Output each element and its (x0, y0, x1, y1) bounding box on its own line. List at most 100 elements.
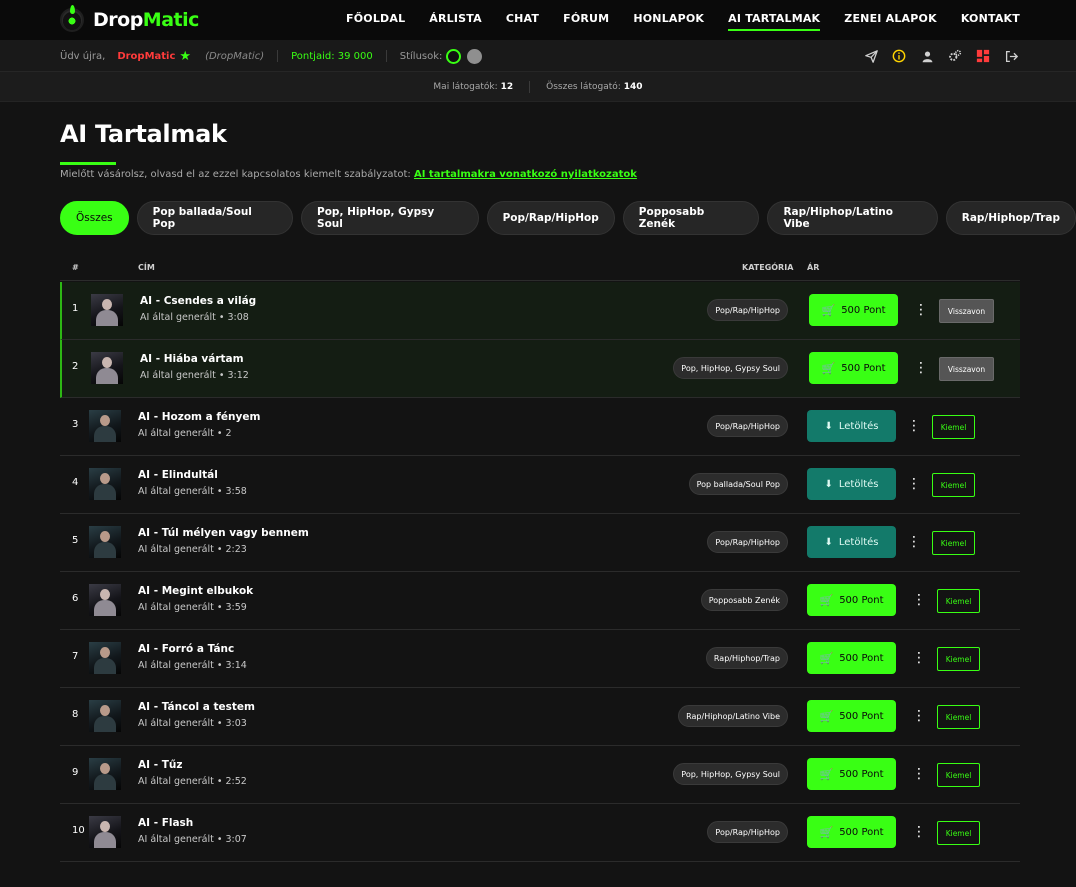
buy-button[interactable]: 🛒 500 Pont (807, 584, 896, 616)
user-alias: (DropMatic) (205, 50, 265, 62)
purchase-notice: Mielőtt vásárolsz, olvasd el az ezzel ka… (60, 169, 637, 180)
more-options-icon[interactable]: ⋮ (912, 648, 926, 668)
buy-button[interactable]: 🛒 500 Pont (807, 816, 896, 848)
buy-button[interactable]: 🛒 500 Pont (809, 352, 898, 384)
more-options-icon[interactable]: ⋮ (912, 822, 926, 842)
feature-button[interactable]: Kiemel (932, 531, 975, 555)
buy-button[interactable]: 🛒 500 Pont (807, 700, 896, 732)
revoke-button[interactable]: Visszavon (939, 357, 994, 381)
table-row[interactable]: 8 AI - Táncol a testem AI által generált… (60, 688, 1020, 746)
track-title[interactable]: AI - Megint elbukok (138, 585, 253, 597)
more-options-icon[interactable]: ⋮ (914, 300, 928, 320)
table-row[interactable]: 5 AI - Túl mélyen vagy bennem AI által g… (60, 514, 1020, 572)
track-title[interactable]: AI - Forró a Tánc (138, 643, 234, 655)
table-header: # CÍM KATEGÓRIA ÁR (60, 253, 1020, 281)
track-list: 1 AI - Csendes a világ AI által generált… (60, 282, 1020, 862)
brand-name: DropMatic (93, 9, 199, 31)
username[interactable]: DropMatic (117, 51, 175, 62)
track-title[interactable]: AI - Táncol a testem (138, 701, 255, 713)
track-title[interactable]: AI - Flash (138, 817, 193, 829)
nav-item-arlista[interactable]: ÁRLISTA (429, 0, 482, 40)
dashboard-icon[interactable] (976, 49, 990, 63)
settings-icon[interactable] (948, 49, 962, 63)
table-row[interactable]: 4 AI - Elindultál AI által generált • 3:… (60, 456, 1020, 514)
feature-button[interactable]: Kiemel (937, 763, 980, 787)
feature-button[interactable]: Kiemel (932, 473, 975, 497)
track-meta: AI által generált • 2:52 (138, 776, 247, 787)
total-visitors: Összes látogató: 140 (546, 81, 643, 92)
track-title[interactable]: AI - Hozom a fényem (138, 411, 260, 423)
filter-chip-rap-latino[interactable]: Rap/Hiphop/Latino Vibe (767, 201, 938, 235)
table-row[interactable]: 1 AI - Csendes a világ AI által generált… (60, 282, 1020, 340)
cart-icon: 🛒 (819, 767, 834, 781)
logo[interactable]: DropMatic (60, 5, 199, 32)
track-title[interactable]: AI - Csendes a világ (140, 295, 256, 307)
more-options-icon[interactable]: ⋮ (907, 532, 921, 552)
user-bar: Üdv újra, DropMatic ★ (DropMatic) Pontja… (0, 40, 1076, 72)
track-meta: AI által generált • 2:23 (138, 544, 247, 555)
table-row[interactable]: 9 AI - Tűz AI által generált • 2:52 Pop,… (60, 746, 1020, 804)
nav-item-chat[interactable]: CHAT (506, 0, 539, 40)
info-icon[interactable] (892, 49, 906, 63)
filter-chip-popposabb[interactable]: Popposabb Zenék (622, 201, 760, 235)
logo-icon (60, 5, 84, 32)
track-title[interactable]: AI - Tűz (138, 759, 182, 771)
nav-item-fooldal[interactable]: FŐOLDAL (346, 0, 405, 40)
style-green-toggle[interactable] (446, 48, 462, 64)
download-button[interactable]: ⬇ Letöltés (807, 526, 896, 558)
track-cover (89, 584, 121, 616)
styles-label: Stílusok: (399, 50, 443, 62)
more-options-icon[interactable]: ⋮ (912, 706, 926, 726)
send-icon[interactable] (864, 49, 878, 63)
row-number: 1 (72, 303, 79, 314)
cart-icon: 🛒 (819, 709, 834, 723)
more-options-icon[interactable]: ⋮ (907, 416, 921, 436)
more-options-icon[interactable]: ⋮ (912, 764, 926, 784)
nav-item-honlapok[interactable]: HONLAPOK (633, 0, 704, 40)
filter-chip-pop-hiphop-gypsy[interactable]: Pop, HipHop, Gypsy Soul (301, 201, 479, 235)
table-row[interactable]: 7 AI - Forró a Tánc AI által generált • … (60, 630, 1020, 688)
nav-item-ai-tartalmak[interactable]: AI TARTALMAK (728, 0, 821, 40)
revoke-button[interactable]: Visszavon (939, 299, 994, 323)
track-title[interactable]: AI - Elindultál (138, 469, 218, 481)
filter-chip-rap-trap[interactable]: Rap/Hiphop/Trap (945, 201, 1076, 235)
track-title[interactable]: AI - Túl mélyen vagy bennem (138, 527, 309, 539)
track-meta: AI által generált • 3:08 (140, 312, 249, 323)
style-gray-toggle[interactable] (467, 48, 483, 64)
feature-button[interactable]: Kiemel (937, 821, 980, 845)
download-icon: ⬇ (824, 536, 833, 548)
filter-chip-all[interactable]: Összes (60, 201, 129, 235)
download-button[interactable]: ⬇ Letöltés (807, 410, 896, 442)
track-meta: AI által generált • 3:14 (138, 660, 247, 671)
category-badge: Pop/Rap/HipHop (707, 821, 788, 843)
feature-button[interactable]: Kiemel (932, 415, 975, 439)
buy-button[interactable]: 🛒 500 Pont (807, 642, 896, 674)
track-cover (91, 294, 123, 326)
filter-chip-pop-rap-hiphop[interactable]: Pop/Rap/HipHop (486, 201, 615, 235)
buy-button[interactable]: 🛒 500 Pont (807, 758, 896, 790)
table-row[interactable]: 3 AI - Hozom a fényem AI által generált … (60, 398, 1020, 456)
feature-button[interactable]: Kiemel (937, 589, 980, 613)
more-options-icon[interactable]: ⋮ (914, 358, 928, 378)
more-options-icon[interactable]: ⋮ (907, 474, 921, 494)
buy-button[interactable]: 🛒 500 Pont (809, 294, 898, 326)
filter-chip-pop-ballada[interactable]: Pop ballada/Soul Pop (136, 201, 294, 235)
category-badge: Pop, HipHop, Gypsy Soul (673, 763, 788, 785)
nav-item-forum[interactable]: FÓRUM (563, 0, 609, 40)
welcome-text: Üdv újra, (60, 50, 106, 62)
track-cover (89, 758, 121, 790)
table-row[interactable]: 2 AI - Hiába vártam AI által generált • … (60, 340, 1020, 398)
track-title[interactable]: AI - Hiába vártam (140, 353, 244, 365)
feature-button[interactable]: Kiemel (937, 705, 980, 729)
nav-item-zenei-alapok[interactable]: ZENEI ALAPOK (844, 0, 937, 40)
download-icon: ⬇ (824, 478, 833, 490)
download-button[interactable]: ⬇ Letöltés (807, 468, 896, 500)
user-icon[interactable] (920, 49, 934, 63)
more-options-icon[interactable]: ⋮ (912, 590, 926, 610)
table-row[interactable]: 6 AI - Megint elbukok AI által generált … (60, 572, 1020, 630)
logout-icon[interactable] (1004, 49, 1018, 63)
feature-button[interactable]: Kiemel (937, 647, 980, 671)
disclaimer-link[interactable]: AI tartalmakra vonatkozó nyilatkozatok (414, 169, 637, 180)
table-row[interactable]: 10 AI - Flash AI által generált • 3:07 P… (60, 804, 1020, 862)
nav-item-kontakt[interactable]: KONTAKT (961, 0, 1020, 40)
